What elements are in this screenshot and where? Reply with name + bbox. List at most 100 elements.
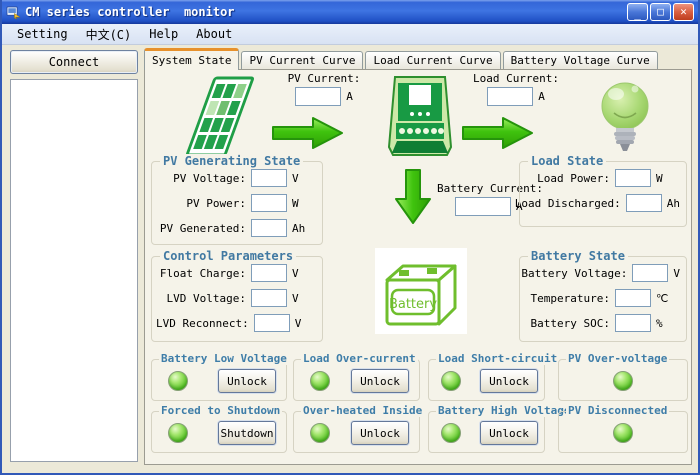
battery-soc-input[interactable] [615,314,651,332]
maximize-button[interactable]: □ [650,3,671,21]
over-heated-inside-title: Over-heated Inside [301,404,424,417]
forced-to-shutdown-title: Forced to Shutdown [159,404,282,417]
load-power-input[interactable] [615,169,651,187]
temperature-input[interactable] [615,289,651,307]
battery-low-voltage-title: Battery Low Voltage [159,352,289,365]
param-row: Load Discharged: Ah [524,194,680,212]
menu-about[interactable]: About [187,25,241,43]
battery-state-group: Battery State Battery Voltage: V Tempera… [519,256,687,342]
load-short-circuit-group: Load Short-circuit Unlock [428,359,545,401]
menu-help[interactable]: Help [140,25,187,43]
pv-generating-state-title: PV Generating State [160,154,303,168]
pv-generated-input[interactable] [251,219,287,237]
lvd-reconnect-input[interactable] [254,314,290,332]
battery-soc-unit: % [656,317,680,330]
load-over-current-unlock-button[interactable]: Unlock [351,369,409,393]
solar-panel-icon [185,76,255,158]
tab-system-state[interactable]: System State [144,48,239,70]
lvd-reconnect-unit: V [295,317,316,330]
float-charge-input[interactable] [251,264,287,282]
shutdown-button[interactable]: Shutdown [218,421,276,445]
load-over-current-led [310,371,330,391]
battery-voltage-unit: V [673,267,680,280]
menu-bar: Setting 中文(C) Help About [2,24,698,45]
device-list[interactable] [10,79,138,462]
pv-over-voltage-led [613,371,633,391]
control-parameters-title: Control Parameters [160,249,296,263]
param-row: Load Power: W [524,169,680,187]
pv-power-unit: W [292,197,316,210]
pv-generated-label: PV Generated: [160,222,246,235]
app-icon [6,5,21,20]
param-row: LVD Voltage: V [156,289,316,307]
system-state-page: PV Current: A [144,69,692,465]
connect-button[interactable]: Connect [10,50,138,74]
pv-power-input[interactable] [251,194,287,212]
menu-language[interactable]: 中文(C) [77,24,141,45]
battery-state-title: Battery State [528,249,628,263]
param-row: Battery SOC: % [524,314,680,332]
load-power-label: Load Power: [537,172,610,185]
load-flow-arrow-icon [461,115,535,151]
close-button[interactable]: ✕ [673,3,694,21]
pv-power-label: PV Power: [186,197,246,210]
load-discharged-label: Load Discharged: [515,197,621,210]
battery-voltage-input[interactable] [632,264,668,282]
battery-icon-label: Battery [389,297,437,312]
tab-battery-voltage-curve[interactable]: Battery Voltage Curve [503,51,658,69]
temperature-unit: ℃ [656,292,680,305]
battery-icon: Battery [375,248,467,334]
load-short-circuit-title: Load Short-circuit [436,352,559,365]
tab-load-current-curve[interactable]: Load Current Curve [365,51,500,69]
battery-voltage-label: Battery Voltage: [521,267,627,280]
app-body: Connect System State PV Current Curve Lo… [4,45,696,471]
menu-setting[interactable]: Setting [8,25,77,43]
lvd-voltage-unit: V [292,292,316,305]
battery-high-voltage-unlock-button[interactable]: Unlock [480,421,538,445]
load-discharged-unit: Ah [667,197,680,210]
battery-soc-label: Battery SOC: [531,317,610,330]
load-current-block: Load Current: A [457,72,575,106]
param-row: Float Charge: V [156,264,316,282]
pv-current-label: PV Current: [265,72,383,85]
param-row: PV Voltage: V [156,169,316,187]
pv-current-unit: A [346,90,353,103]
battery-low-voltage-unlock-button[interactable]: Unlock [218,369,276,393]
pv-disconnected-led [613,423,633,443]
battery-high-voltage-led [441,423,461,443]
title-bar: CM series controller monitor _ □ ✕ [2,0,698,24]
battery-low-voltage-led [168,371,188,391]
temperature-label: Temperature: [531,292,610,305]
load-state-group: Load State Load Power: W Load Discharged… [519,161,687,227]
app-window: CM series controller monitor _ □ ✕ Setti… [0,0,700,475]
window-title: CM series controller monitor [25,5,625,19]
load-state-title: Load State [528,154,606,168]
minimize-button[interactable]: _ [627,3,648,21]
load-power-unit: W [656,172,680,185]
load-discharged-input[interactable] [626,194,662,212]
pv-generated-unit: Ah [292,222,316,235]
pv-current-block: PV Current: A [265,72,383,106]
over-heated-inside-unlock-button[interactable]: Unlock [351,421,409,445]
load-over-current-group: Load Over-current Unlock [293,359,420,401]
tab-pv-current-curve[interactable]: PV Current Curve [241,51,363,69]
forced-to-shutdown-group: Forced to Shutdown Shutdown [151,411,287,453]
lvd-voltage-label: LVD Voltage: [167,292,246,305]
tab-control: System State PV Current Curve Load Curre… [144,48,692,465]
lvd-voltage-input[interactable] [251,289,287,307]
pv-voltage-input[interactable] [251,169,287,187]
over-heated-inside-group: Over-heated Inside Unlock [293,411,420,453]
param-row: PV Power: W [156,194,316,212]
battery-high-voltage-title: Battery High Voltage [436,404,572,417]
param-row: Temperature: ℃ [524,289,680,307]
battery-current-input[interactable] [455,197,511,216]
light-bulb-icon [597,78,653,154]
control-parameters-group: Control Parameters Float Charge: V LVD V… [151,256,323,342]
load-current-input[interactable] [487,87,533,106]
pv-disconnected-group: PV Disconnected [558,411,688,453]
pv-voltage-unit: V [292,172,316,185]
load-over-current-title: Load Over-current [301,352,418,365]
load-short-circuit-unlock-button[interactable]: Unlock [480,369,538,393]
pv-current-input[interactable] [295,87,341,106]
param-row: LVD Reconnect: V [156,314,316,332]
